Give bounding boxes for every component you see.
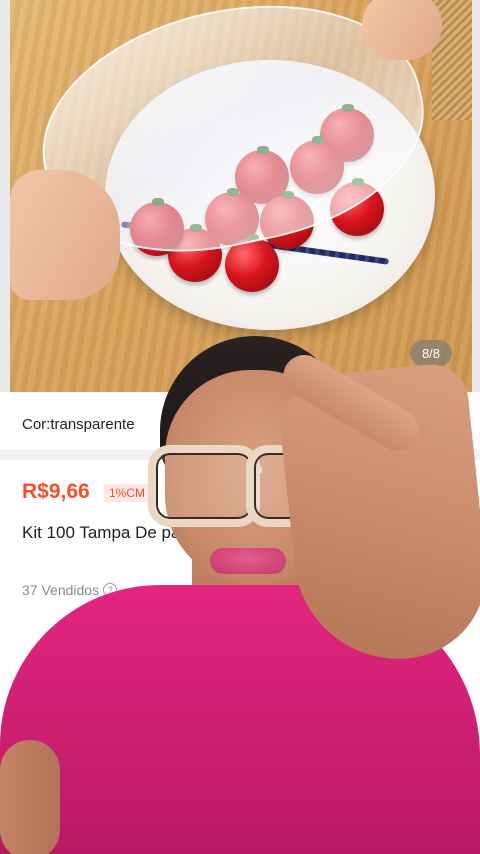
- cashback-badge: 1%CM: [104, 484, 151, 502]
- section-divider: [0, 450, 480, 460]
- hand: [10, 170, 120, 300]
- decrement-button[interactable]: −: [357, 411, 383, 439]
- product-price: R$9,66: [22, 480, 90, 503]
- video-frame: 8/8 Cor:transparente − 1 + R$9,66 1%CM K…: [0, 0, 480, 854]
- variant-label[interactable]: Cor:transparente: [22, 416, 135, 433]
- increment-button[interactable]: +: [435, 411, 461, 439]
- product-info-card: Cor:transparente − 1 + R$9,66 1%CM Kit 1…: [0, 392, 480, 854]
- product-title: Kit 100 Tampa De para alimento: [22, 523, 265, 542]
- sold-count: 37 Vendidos ?: [22, 582, 118, 598]
- quantity-stepper[interactable]: − 1 +: [356, 410, 462, 440]
- hand: [362, 0, 442, 60]
- image-page-indicator: 8/8: [410, 340, 452, 366]
- quantity-value[interactable]: 1: [383, 411, 435, 439]
- sold-count-label: 37 Vendidos: [22, 582, 100, 598]
- help-icon[interactable]: ?: [103, 583, 118, 597]
- product-photo[interactable]: 8/8: [10, 0, 472, 392]
